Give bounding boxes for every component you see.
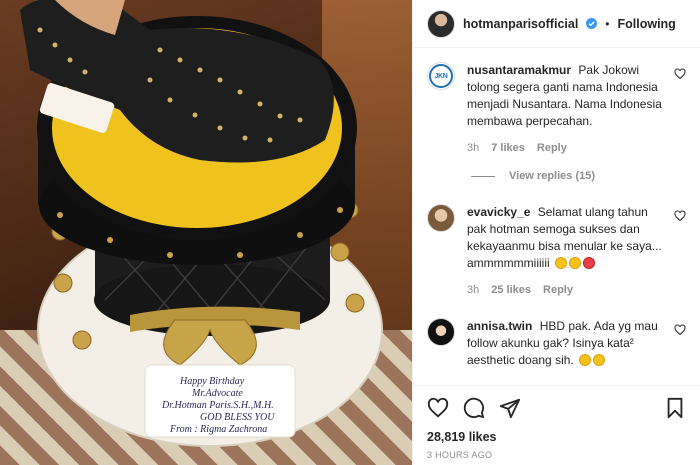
reply-button[interactable]: Reply: [543, 284, 573, 296]
comments-list[interactable]: JKN nusantaramakmur Pak Jokowi tolong se…: [413, 48, 700, 385]
comment-text-block: nusantaramakmur Pak Jokowi tolong segera…: [467, 62, 668, 130]
likes-count[interactable]: 28,819 likes: [427, 430, 686, 444]
cake-card-line-4: GOD BLESS YOU: [200, 412, 275, 423]
cake-card-line-2: Mr.Advocate: [191, 388, 243, 399]
comment-likes[interactable]: 25 likes: [491, 284, 531, 296]
comment-like-heart-icon[interactable]: [674, 210, 686, 222]
comment-time[interactable]: 3h: [467, 284, 479, 296]
instagram-post: Happy Birthday Mr.Advocate Dr.Hotman Par…: [0, 0, 700, 465]
comment-time[interactable]: 3h: [467, 142, 479, 154]
save-bookmark-icon[interactable]: [664, 397, 686, 419]
comment-bubble-icon[interactable]: [463, 397, 485, 419]
verified-badge-icon: [586, 18, 598, 29]
commenter-avatar[interactable]: JKN: [427, 62, 455, 90]
post-sidebar: hotmanparisofficial • Following JKN nusa…: [412, 0, 700, 465]
cake-card-line-5: From : Rigma Zachrona: [169, 424, 267, 435]
jkn-logo: JKN: [429, 64, 453, 88]
comment-item: evavicky_e Selamat ulang tahun pak hotma…: [427, 204, 686, 296]
star-struck-emoji-icon: [569, 257, 581, 269]
post-timestamp[interactable]: 3 HOURS AGO: [427, 450, 686, 460]
heart-emoji-icon: [583, 257, 595, 269]
commenter-avatar[interactable]: [427, 318, 455, 346]
view-replies[interactable]: View replies (15): [471, 170, 686, 182]
comment-text-block: annisa.twin HBD pak. Ada yg mau follow a…: [467, 318, 668, 369]
view-replies-label: View replies (15): [509, 170, 596, 182]
commenter-username[interactable]: nusantaramakmur: [467, 63, 571, 77]
post-actions: 28,819 likes 3 HOURS AGO: [413, 385, 700, 465]
commenter-username[interactable]: evavicky_e: [467, 205, 530, 219]
comment-meta: 3h 25 likes Reply: [467, 284, 668, 296]
birthday-cake-illustration: Happy Birthday Mr.Advocate Dr.Hotman Par…: [20, 0, 383, 447]
post-header: hotmanparisofficial • Following: [413, 0, 700, 48]
post-photo[interactable]: Happy Birthday Mr.Advocate Dr.Hotman Par…: [0, 0, 412, 465]
comment-like-heart-icon[interactable]: [674, 68, 686, 80]
action-icons-row: [427, 394, 686, 422]
comment-likes[interactable]: 7 likes: [491, 142, 525, 154]
share-paper-plane-icon[interactable]: [499, 397, 521, 419]
author-username[interactable]: hotmanparisofficial: [463, 17, 578, 31]
reply-button[interactable]: Reply: [537, 142, 567, 154]
grinning-emoji-icon: [555, 257, 567, 269]
commenter-username[interactable]: annisa.twin: [467, 319, 532, 333]
comment-body: evavicky_e Selamat ulang tahun pak hotma…: [467, 204, 686, 296]
author-avatar[interactable]: [427, 9, 455, 38]
like-heart-icon[interactable]: [427, 397, 449, 419]
cake-card-line-1: Happy Birthday: [179, 376, 245, 387]
comment-body: annisa.twin HBD pak. Ada yg mau follow a…: [467, 318, 686, 369]
tired-emoji-icon: [593, 354, 606, 366]
comment-meta: 3h 7 likes Reply: [467, 142, 668, 154]
comment-body: nusantaramakmur Pak Jokowi tolong segera…: [467, 62, 686, 154]
header-separator: •: [605, 16, 610, 31]
cake-card-line-3: Dr.Hotman Paris.S.H.,M.H.: [161, 400, 274, 411]
replies-divider-line: [471, 175, 495, 177]
comment-text-block: evavicky_e Selamat ulang tahun pak hotma…: [467, 204, 668, 272]
comment-item: annisa.twin HBD pak. Ada yg mau follow a…: [427, 318, 686, 369]
comment-item: JKN nusantaramakmur Pak Jokowi tolong se…: [427, 62, 686, 154]
comment-like-heart-icon[interactable]: [674, 324, 686, 336]
commenter-avatar[interactable]: [427, 204, 455, 232]
following-button[interactable]: Following: [618, 17, 676, 31]
smile-emoji-icon: [579, 354, 592, 366]
